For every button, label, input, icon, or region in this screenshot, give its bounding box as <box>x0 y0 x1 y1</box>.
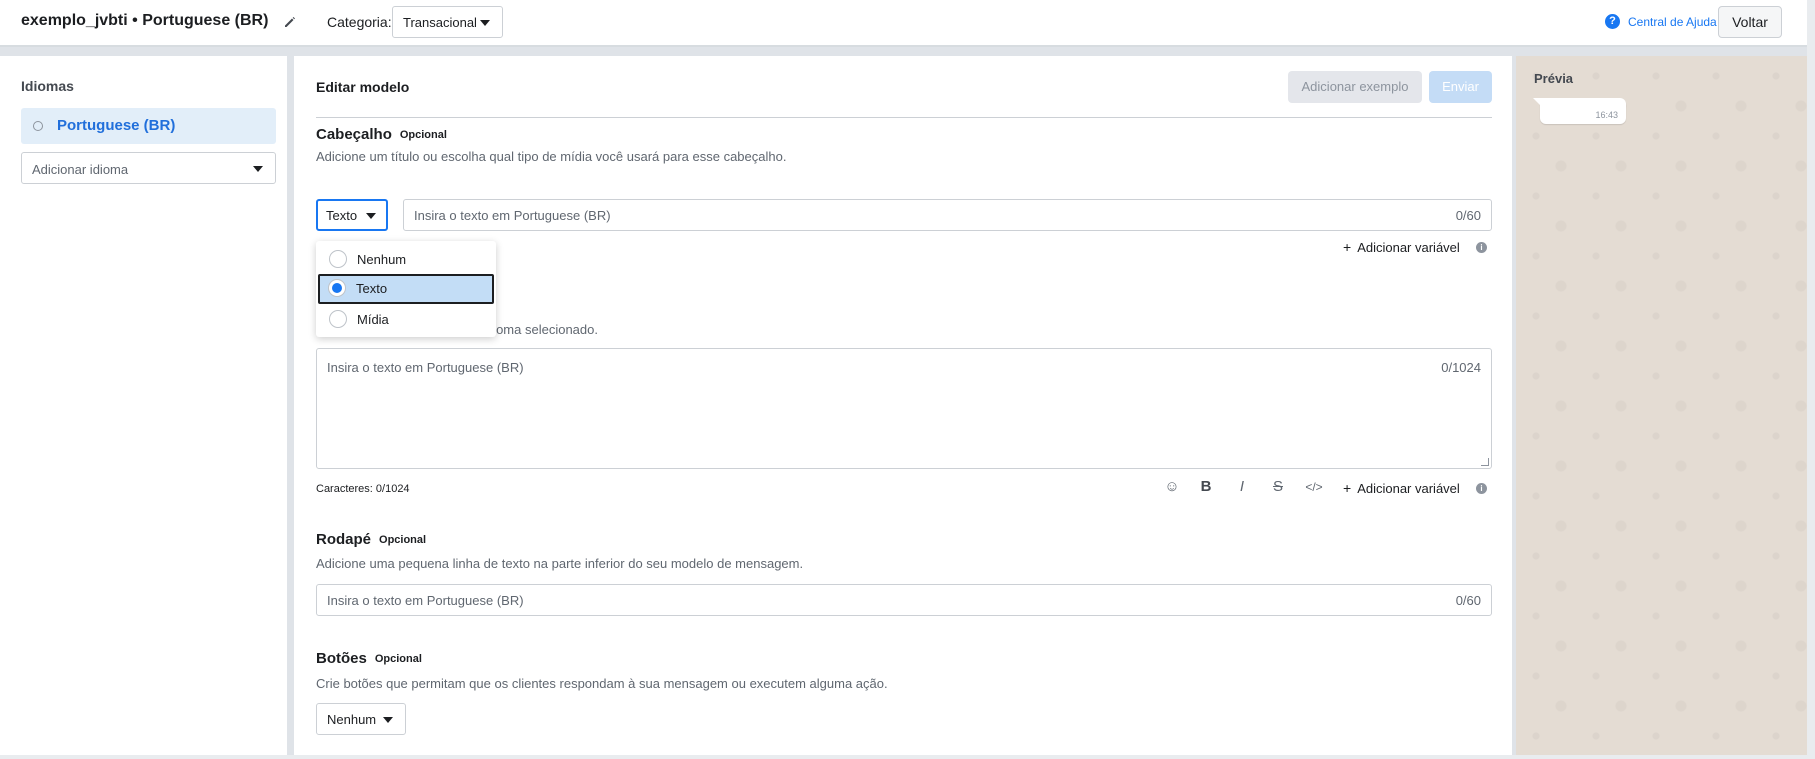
footer-char-counter: 0/60 <box>1455 593 1481 608</box>
buttons-title-text: Botões <box>316 650 367 667</box>
editor-panel: Editar modelo Adicionar exemplo Enviar C… <box>294 56 1512 759</box>
header-input-placeholder: Insira o texto em Portuguese (BR) <box>414 208 611 223</box>
header-add-variable-button[interactable]: + Adicionar variável <box>1343 239 1460 255</box>
header-title-text: Cabeçalho <box>316 126 392 143</box>
buttons-type-select[interactable]: Nenhum <box>316 703 406 735</box>
pencil-icon[interactable] <box>282 14 298 30</box>
caret-down-icon <box>366 213 376 219</box>
footer-section-title: Rodapé Opcional <box>316 531 426 548</box>
body-input-placeholder: Insira o texto em Portuguese (BR) <box>327 360 524 375</box>
radio-icon <box>329 250 347 268</box>
dropdown-option-media[interactable]: Mídia <box>319 305 493 333</box>
bold-icon[interactable]: B <box>1196 478 1216 495</box>
radio-icon <box>329 310 347 328</box>
top-bar: exemplo_jvbti • Portuguese (BR) Categori… <box>0 0 1815 47</box>
info-icon[interactable]: i <box>1476 242 1487 253</box>
strikethrough-icon[interactable]: S <box>1268 478 1288 495</box>
divider <box>316 117 1492 118</box>
optional-badge: Opcional <box>379 534 427 546</box>
plus-icon: + <box>1343 239 1352 255</box>
add-variable-label: Adicionar variável <box>1357 240 1460 255</box>
message-bubble: 16:43 <box>1533 98 1626 124</box>
footer-input-placeholder: Insira o texto em Portuguese (BR) <box>327 593 524 608</box>
status-dot-icon <box>33 121 43 131</box>
radio-selected-icon <box>328 279 346 297</box>
languages-panel: Idiomas Portuguese (BR) Adicionar idioma <box>0 56 287 759</box>
code-icon[interactable]: </> <box>1300 480 1328 494</box>
footer-description: Adicione uma pequena linha de texto na p… <box>316 556 804 571</box>
header-char-counter: 0/60 <box>1455 208 1481 223</box>
caret-down-icon <box>480 20 490 26</box>
header-section-title: Cabeçalho Opcional <box>316 126 447 143</box>
category-select[interactable]: Transacional <box>392 6 503 38</box>
caret-down-icon <box>383 717 393 723</box>
preview-title: Prévia <box>1534 71 1574 86</box>
template-title: exemplo_jvbti • Portuguese (BR) <box>21 12 269 29</box>
add-language-placeholder: Adicionar idioma <box>32 162 129 177</box>
body-char-counter: 0/1024 <box>1441 360 1481 375</box>
header-type-value: Texto <box>326 208 358 223</box>
help-icon[interactable]: ? <box>1605 14 1620 29</box>
footer-title-text: Rodapé <box>316 531 372 548</box>
option-label: Nenhum <box>357 252 407 267</box>
language-label: Portuguese (BR) <box>57 117 176 134</box>
header-type-dropdown: Nenhum Texto Mídia <box>316 241 496 337</box>
add-variable-label: Adicionar variável <box>1357 481 1460 496</box>
optional-badge: Opcional <box>374 653 422 665</box>
resize-handle-icon[interactable] <box>1481 458 1489 466</box>
emoji-icon[interactable]: ☺ <box>1162 478 1182 495</box>
header-type-select[interactable]: Texto <box>316 199 388 231</box>
help-center-link[interactable]: Central de Ajuda <box>1628 15 1717 29</box>
dropdown-option-text[interactable]: Texto <box>318 274 494 304</box>
add-language-select[interactable]: Adicionar idioma <box>21 152 276 184</box>
right-edge-strip <box>1807 0 1815 759</box>
optional-badge: Opcional <box>399 129 447 141</box>
option-label: Texto <box>356 281 388 296</box>
buttons-description: Crie botões que permitam que os clientes… <box>316 676 888 691</box>
add-example-button[interactable]: Adicionar exemplo <box>1288 71 1422 103</box>
dropdown-option-none[interactable]: Nenhum <box>319 245 493 273</box>
footer-text-input[interactable]: Insira o texto em Portuguese (BR) 0/60 <box>316 584 1492 616</box>
buttons-select-value: Nenhum <box>327 712 377 727</box>
buttons-section-title: Botões Opcional <box>316 650 422 667</box>
body-textarea[interactable]: Insira o texto em Portuguese (BR) 0/1024 <box>316 348 1492 469</box>
back-button[interactable]: Voltar <box>1718 6 1782 38</box>
languages-title: Idiomas <box>21 78 74 94</box>
message-time: 16:43 <box>1595 110 1618 120</box>
italic-icon[interactable]: I <box>1232 478 1252 495</box>
send-button[interactable]: Enviar <box>1429 71 1492 103</box>
category-label: Categoria: <box>327 14 392 30</box>
body-add-variable-button[interactable]: + Adicionar variável <box>1343 480 1460 496</box>
plus-icon: + <box>1343 480 1352 496</box>
category-value: Transacional <box>403 15 477 30</box>
body-characters-count: Caracteres: 0/1024 <box>316 483 410 495</box>
preview-panel: Prévia 16:43 <box>1516 56 1807 759</box>
language-item-pt-br[interactable]: Portuguese (BR) <box>21 108 276 144</box>
caret-down-icon <box>253 166 263 172</box>
option-label: Mídia <box>357 312 389 327</box>
editor-title: Editar modelo <box>316 79 410 95</box>
header-description: Adicione um título ou escolha qual tipo … <box>316 149 787 164</box>
header-text-input[interactable]: Insira o texto em Portuguese (BR) 0/60 <box>403 199 1492 231</box>
info-icon[interactable]: i <box>1476 483 1487 494</box>
bottom-edge-strip <box>0 755 1815 759</box>
